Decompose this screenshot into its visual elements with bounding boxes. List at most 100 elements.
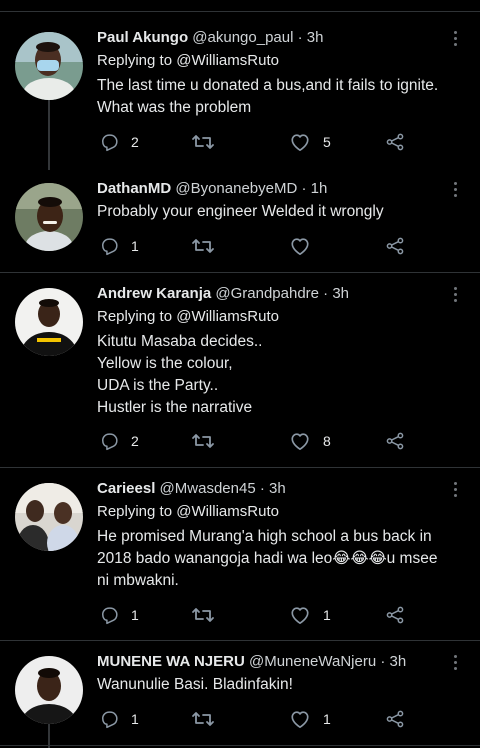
avatar[interactable] [15, 288, 83, 356]
heart-icon [291, 607, 309, 624]
tweet-text: Kitutu Masaba decides.. Yellow is the co… [97, 333, 263, 416]
share-button[interactable] [385, 707, 405, 731]
like-button[interactable] [289, 234, 323, 258]
like-button[interactable]: 8 [289, 429, 331, 453]
reply-button[interactable]: 1 [99, 707, 139, 731]
timestamp[interactable]: 1h [311, 180, 328, 197]
tweet-actions: 2 5 [97, 130, 417, 154]
like-button[interactable]: 1 [289, 707, 331, 731]
retweet-button[interactable] [191, 603, 227, 627]
top-divider [0, 11, 480, 12]
thread-line [48, 100, 50, 170]
tweet-actions: 1 1 [97, 603, 417, 627]
more-icon[interactable] [447, 480, 463, 500]
tweet-divider [0, 467, 480, 468]
share-button[interactable] [385, 429, 405, 453]
reply-count: 1 [131, 607, 139, 623]
reply-count: 1 [131, 711, 139, 727]
display-name[interactable]: DathanMD [97, 180, 171, 197]
more-icon[interactable] [447, 285, 463, 305]
timestamp[interactable]: 3h [332, 285, 349, 302]
retweet-button[interactable] [191, 130, 227, 154]
username[interactable]: @Mwasden45 [160, 480, 256, 497]
like-count: 1 [323, 711, 331, 727]
tweet-header: Andrew Karanja @Grandpahdre · 3h [97, 284, 349, 304]
reply-icon [102, 433, 118, 451]
display-name[interactable]: Paul Akungo [97, 29, 188, 46]
avatar[interactable] [15, 483, 83, 551]
username[interactable]: @Grandpahdre [215, 285, 319, 302]
replying-to[interactable]: Replying to @WilliamsRuto [97, 502, 279, 522]
share-icon [386, 133, 404, 151]
more-icon[interactable] [447, 29, 463, 49]
separator-dot: · [297, 29, 303, 46]
avatar[interactable] [15, 32, 83, 100]
like-button[interactable]: 1 [289, 603, 331, 627]
display-name[interactable]: MUNENE WA NJERU [97, 653, 245, 670]
display-name[interactable]: Carieesl [97, 480, 155, 497]
tweet-header: MUNENE WA NJERU @MuneneWaNjeru · 3h [97, 652, 406, 672]
like-count: 1 [323, 607, 331, 623]
like-count: 5 [323, 134, 331, 150]
share-button[interactable] [385, 130, 405, 154]
heart-icon [291, 134, 309, 151]
share-icon [386, 432, 404, 450]
reply-count: 2 [131, 433, 139, 449]
more-icon[interactable] [447, 180, 463, 200]
tweet-actions: 1 [97, 234, 417, 258]
share-button[interactable] [385, 603, 405, 627]
tweet-text: Probably your engineer Welded it wrongly [97, 203, 384, 220]
retweet-button[interactable] [191, 707, 227, 731]
timestamp[interactable]: 3h [390, 653, 407, 670]
display-name[interactable]: Andrew Karanja [97, 285, 211, 302]
replying-to[interactable]: Replying to @WilliamsRuto [97, 307, 279, 327]
tweet-divider [0, 640, 480, 641]
share-button[interactable] [385, 234, 405, 258]
reply-button[interactable]: 2 [99, 429, 139, 453]
timestamp[interactable]: 3h [269, 480, 286, 497]
username[interactable]: @ByonanebyeMD [175, 180, 297, 197]
tweet-actions: 2 8 [97, 429, 417, 453]
heart-icon [291, 238, 309, 255]
retweet-button[interactable] [191, 234, 227, 258]
tweet-text: Wanunulie Basi. Bladinfakin! [97, 676, 293, 693]
more-icon[interactable] [447, 653, 463, 673]
reply-icon [102, 134, 118, 152]
reply-icon [102, 238, 118, 256]
avatar[interactable] [15, 183, 83, 251]
separator-dot: · [301, 180, 307, 197]
tweet-header: DathanMD @ByonanebyeMD · 1h [97, 179, 327, 199]
reply-count: 1 [131, 238, 139, 254]
separator-dot: · [380, 653, 386, 670]
share-icon [386, 237, 404, 255]
retweet-icon [192, 608, 214, 622]
share-icon [386, 710, 404, 728]
username[interactable]: @MuneneWaNjeru [249, 653, 376, 670]
retweet-icon [192, 239, 214, 253]
retweet-icon [192, 434, 214, 448]
heart-icon [291, 433, 309, 450]
like-count: 8 [323, 433, 331, 449]
reply-button[interactable]: 2 [99, 130, 139, 154]
tweet-divider [0, 745, 480, 746]
tweet-header: Paul Akungo @akungo_paul · 3h [97, 28, 323, 48]
avatar[interactable] [15, 656, 83, 724]
like-button[interactable]: 5 [289, 130, 331, 154]
tweet-header: Carieesl @Mwasden45 · 3h [97, 479, 286, 499]
share-icon [386, 606, 404, 624]
timestamp[interactable]: 3h [307, 29, 324, 46]
replying-to[interactable]: Replying to @WilliamsRuto [97, 51, 279, 71]
heart-icon [291, 711, 309, 728]
tweet-text: He promised Murang'a high school a bus b… [97, 528, 438, 589]
retweet-icon [192, 135, 214, 149]
reply-button[interactable]: 1 [99, 234, 139, 258]
username[interactable]: @akungo_paul [192, 29, 293, 46]
reply-button[interactable]: 1 [99, 603, 139, 627]
retweet-button[interactable] [191, 429, 227, 453]
reply-icon [102, 711, 118, 729]
tweet-divider [0, 272, 480, 273]
tweet-text: The last time u donated a bus,and it fai… [97, 77, 439, 116]
retweet-icon [192, 712, 214, 726]
tweet-actions: 1 1 [97, 707, 417, 731]
reply-count: 2 [131, 134, 139, 150]
